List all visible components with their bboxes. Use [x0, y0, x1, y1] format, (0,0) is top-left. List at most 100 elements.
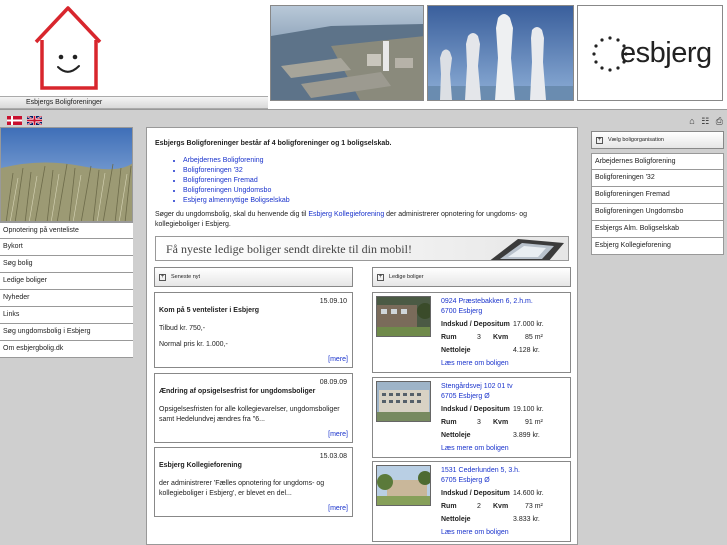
area-value: 73 m² [525, 503, 543, 510]
area-value: 85 m² [525, 334, 543, 341]
org-link[interactable]: Boligforeningen Ungdomsbo [183, 186, 290, 196]
listing-address[interactable]: Stengårdsvej 102 01 tv 6705 Esbjerg Ø [441, 382, 513, 402]
news-card: 15.03.08 Esbjerg Kollegieforening der ad… [154, 447, 353, 517]
address-city: 6705 Esbjerg Ø [441, 393, 490, 400]
site-name: Esbjergs Boligforeninger [26, 99, 103, 106]
expand-icon[interactable]: + [596, 137, 603, 144]
read-more-link[interactable]: [mere] [328, 431, 348, 438]
banner-text: Få nyeste ledige boliger sendt direkte t… [166, 242, 412, 256]
organization-list: Arbejdernes Boligforening Boligforeninge… [183, 156, 290, 206]
rent-value: 4.128 kr. [513, 347, 540, 354]
site-header: Esbjergs Boligforeninger esbjerg [0, 0, 727, 110]
listing-photo[interactable] [376, 465, 431, 506]
listing-photo[interactable] [376, 296, 431, 337]
address-city: 6700 Esbjerg [441, 308, 483, 315]
news-section-header: + Seneste nyt [154, 267, 353, 287]
print-icon[interactable]: ⎙ [716, 116, 723, 126]
address-line: Stengårdsvej 102 01 tv [441, 383, 513, 390]
language-selector [7, 116, 45, 125]
nav-item-available-housing[interactable]: Ledige boliger [0, 273, 133, 290]
read-more-link[interactable]: [mere] [328, 356, 348, 363]
deposit-value: 17.000 kr. [513, 321, 544, 328]
available-housing-header: + Ledige boliger [372, 267, 571, 287]
org-link[interactable]: Boligforeningen Fremad [183, 176, 290, 186]
dune-grass-photo [0, 127, 133, 222]
esbjerg-logo-text: esbjerg [620, 37, 712, 69]
deposit-label: Indskud / Depositum [441, 406, 510, 413]
housing-listing: Stengårdsvej 102 01 tv 6705 Esbjerg Ø Ind… [372, 377, 571, 458]
read-more-link[interactable]: [mere] [328, 505, 348, 512]
org-nav-item[interactable]: Arbejdernes Boligforening [591, 153, 724, 170]
listing-read-more-link[interactable]: Læs mere om boligen [441, 529, 509, 536]
rooms-value: 2 [477, 503, 481, 510]
rooms-label: Rum [441, 503, 457, 510]
rooms-value: 3 [477, 419, 481, 426]
rooms-row: Rum 3 Kvm 91 m² [441, 418, 569, 428]
news-date: 08.09.09 [319, 379, 347, 386]
news-header-label: Seneste nyt [171, 274, 201, 280]
intro-heading: Esbjergs Boligforeninger består af 4 bol… [155, 140, 392, 147]
sitemap-icon[interactable]: ☷ [701, 116, 709, 126]
org-nav-item[interactable]: Boligforeningen Fremad [591, 187, 724, 204]
deposit-value: 19.100 kr. [513, 406, 544, 413]
listing-photo[interactable] [376, 381, 431, 422]
rent-row: Nettoleje 3.899 kr. [441, 431, 569, 441]
rooms-value: 3 [477, 334, 481, 341]
rooms-label: Rum [441, 419, 457, 426]
expand-icon[interactable]: + [377, 274, 384, 281]
rent-row: Nettoleje 3.833 kr. [441, 515, 569, 525]
news-title[interactable]: Ændring af opsigelsesfrist for ungdomsbo… [159, 388, 315, 395]
right-sidebar: + Vælg boligorganisation Arbejdernes Bol… [591, 131, 724, 255]
org-nav-item[interactable]: Esbjerg Kollegieforening [591, 238, 724, 255]
news-body: der administrerer 'Fælles opnotering for… [159, 480, 325, 497]
deposit-label: Indskud / Depositum [441, 321, 510, 328]
address-line: 1531 Cederlunden 5, 3.h. [441, 467, 521, 474]
org-nav-item[interactable]: Boligforeningen '32 [591, 170, 724, 187]
left-sidebar: Opnotering på venteliste Bykort Søg boli… [0, 127, 133, 358]
deposit-row: Indskud / Depositum 17.000 kr. [441, 320, 569, 330]
organization-selector-header: + Vælg boligorganisation [591, 131, 724, 149]
danish-flag-icon[interactable] [7, 116, 22, 125]
org-nav-item[interactable]: Boligforeningen Ungdomsbo [591, 204, 724, 221]
nav-item-search-housing[interactable]: Søg bolig [0, 256, 133, 273]
news-title[interactable]: Esbjerg Kollegieforening [159, 462, 242, 469]
house-logo-area[interactable] [0, 0, 268, 96]
nav-item-waitlist[interactable]: Opnotering på venteliste [0, 222, 133, 239]
nav-item-about[interactable]: Om esbjergbolig.dk [0, 341, 133, 358]
harbor-aerial-photo [270, 5, 424, 101]
rent-row: Nettoleje 4.128 kr. [441, 346, 569, 356]
smiling-house-logo[interactable] [28, 2, 108, 94]
tool-icons: ⌂ ☷ ⎙ [685, 116, 723, 127]
news-body-line: Normal pris kr. 1.000,- [159, 341, 228, 348]
nav-item-youth-housing[interactable]: Søg ungdomsbolig i Esbjerg [0, 324, 133, 341]
esbjerg-city-logo[interactable]: esbjerg [577, 5, 723, 101]
area-label: Kvm [493, 334, 509, 341]
nav-item-news[interactable]: Nyheder [0, 290, 133, 307]
news-date: 15.03.08 [319, 453, 347, 460]
nav-item-city-map[interactable]: Bykort [0, 239, 133, 256]
address-line: 0924 Præstebakken 6, 2.h.m. [441, 298, 533, 305]
news-title[interactable]: Kom på 5 ventelister i Esbjerg [159, 307, 259, 314]
listing-read-more-link[interactable]: Læs mere om boligen [441, 445, 509, 452]
rent-label: Nettoleje [441, 347, 471, 354]
kollegieforening-link[interactable]: Esbjerg Kollegieforening [308, 211, 384, 218]
news-card: 15.09.10 Kom på 5 ventelister i Esbjerg … [154, 292, 353, 368]
mobile-alert-banner[interactable]: Få nyeste ledige boliger sendt direkte t… [155, 236, 569, 261]
uk-flag-icon[interactable] [26, 116, 42, 125]
expand-icon[interactable]: + [159, 274, 166, 281]
address-city: 6705 Esbjerg Ø [441, 477, 490, 484]
deposit-row: Indskud / Depositum 14.600 kr. [441, 489, 569, 499]
intro-text: Søger du ungdomsbolig, skal du henvende … [155, 210, 569, 230]
listing-address[interactable]: 0924 Præstebakken 6, 2.h.m. 6700 Esbjerg [441, 297, 533, 317]
org-nav-item[interactable]: Esbjergs Alm. Boligselskab [591, 221, 724, 238]
listing-address[interactable]: 1531 Cederlunden 5, 3.h. 6705 Esbjerg Ø [441, 466, 520, 486]
org-link[interactable]: Boligforeningen '32 [183, 166, 290, 176]
org-link[interactable]: Arbejdernes Boligforening [183, 156, 290, 166]
news-date: 15.09.10 [319, 298, 347, 305]
flats-header-label: Ledige boliger [389, 274, 424, 280]
nav-item-links[interactable]: Links [0, 307, 133, 324]
news-body: Tilbud kr. 750,- Normal pris kr. 1.000,- [159, 324, 347, 350]
org-link[interactable]: Esbjerg almennyttige Boligselskab [183, 196, 290, 206]
home-icon[interactable]: ⌂ [689, 116, 694, 126]
listing-read-more-link[interactable]: Læs mere om boligen [441, 360, 509, 367]
